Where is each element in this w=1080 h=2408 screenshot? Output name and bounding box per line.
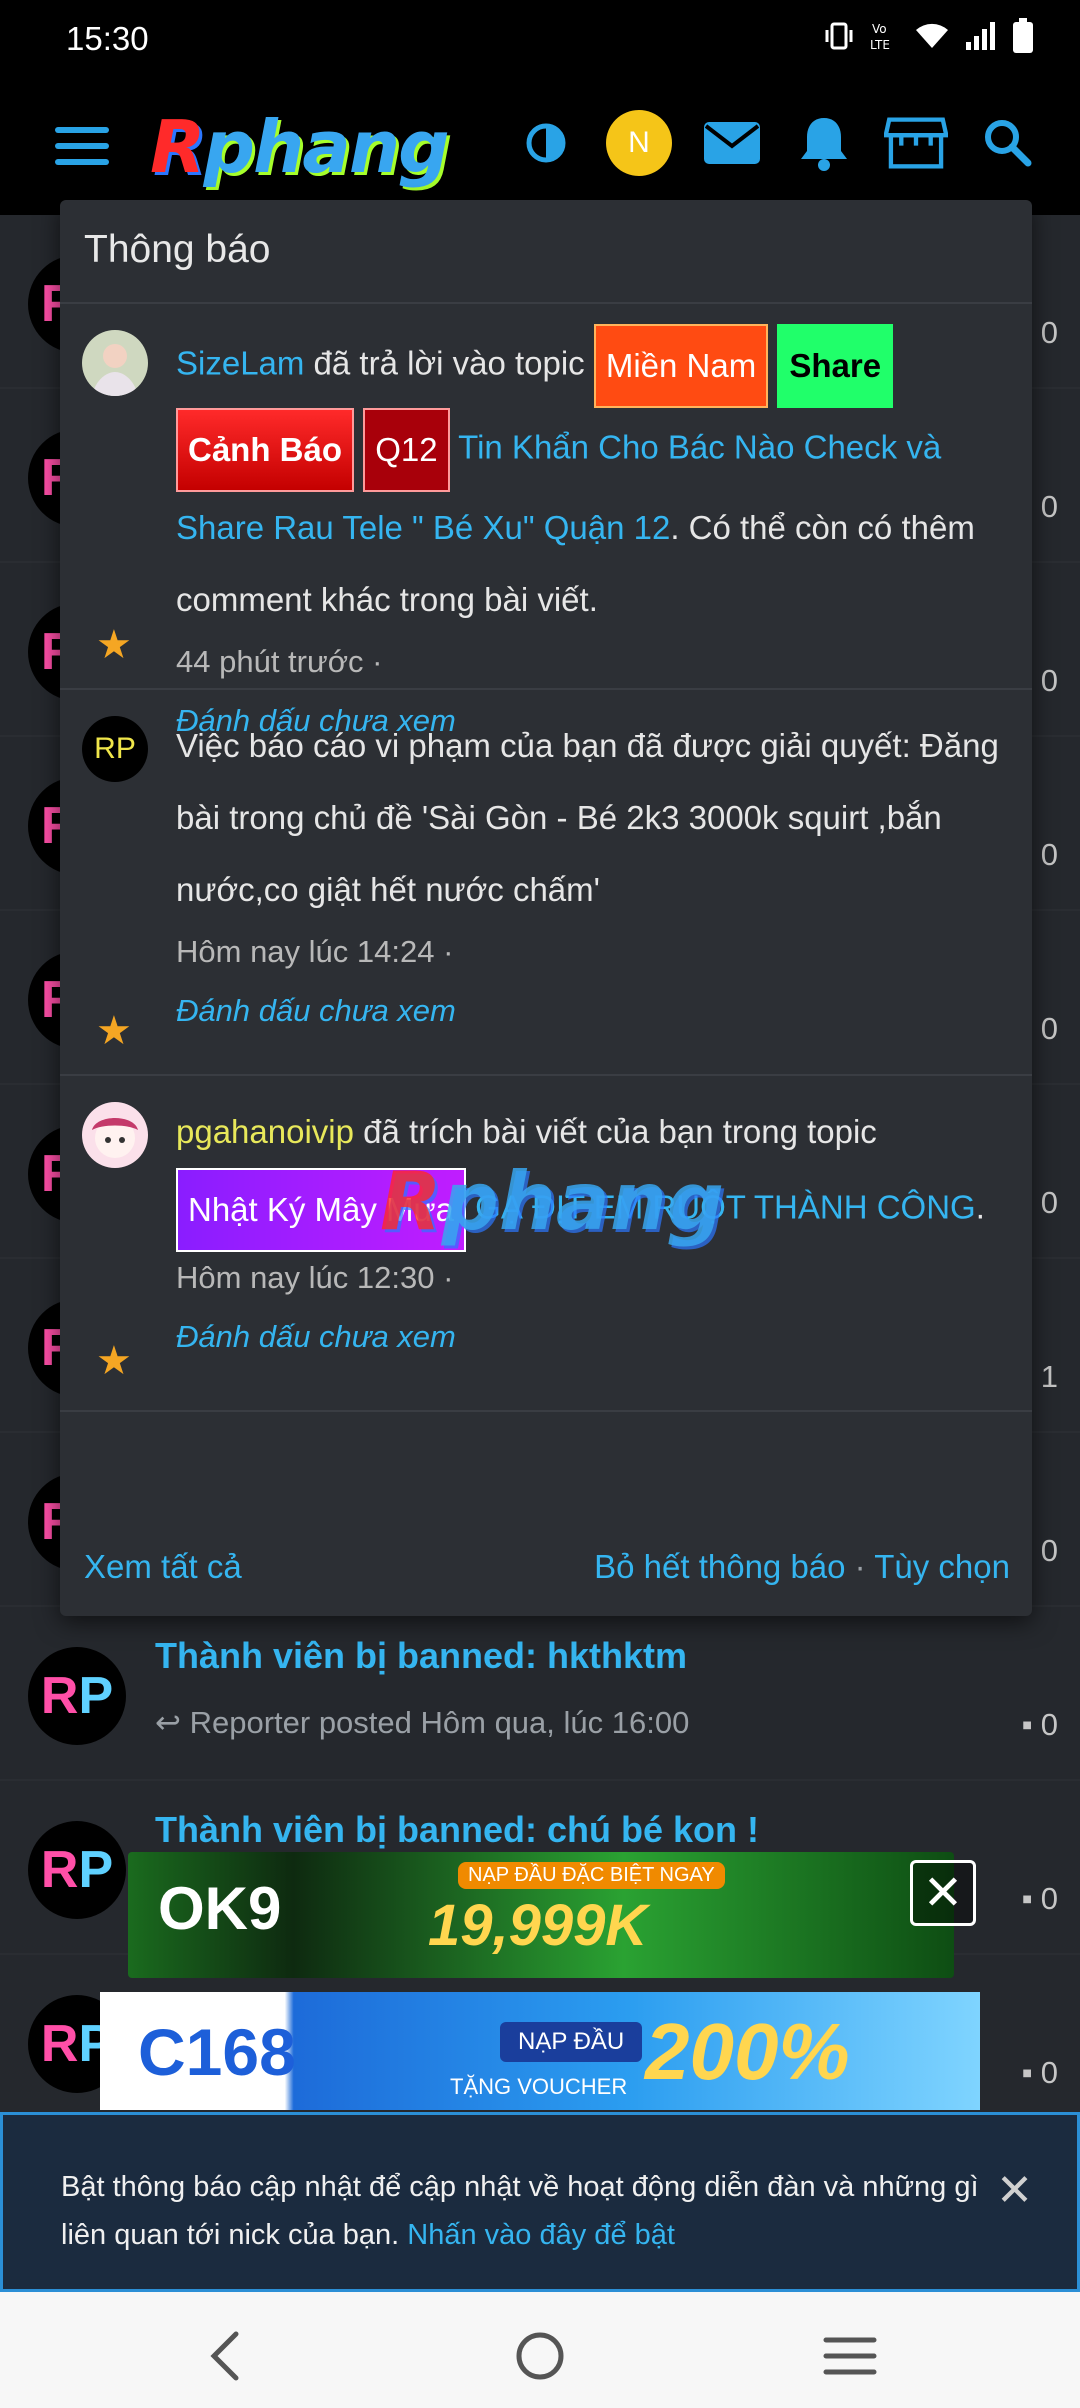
theme-toggle-icon[interactable] bbox=[514, 111, 578, 175]
notification-time: Hôm nay lúc 12:30 · bbox=[176, 1260, 454, 1295]
app-header: Rphang N bbox=[0, 75, 1080, 215]
notification-item[interactable]: SizeLam đã trả lời vào topic Miền Nam Sh… bbox=[60, 304, 1032, 738]
tag-canh-bao[interactable]: Cảnh Báo bbox=[176, 408, 355, 492]
svg-text:LTE: LTE bbox=[870, 38, 890, 52]
recents-icon[interactable] bbox=[820, 2326, 880, 2386]
home-icon[interactable] bbox=[510, 2326, 570, 2386]
ad-banner-c168[interactable]: C168 NẠP ĐẦU TẶNG VOUCHER 200% bbox=[100, 1992, 980, 2110]
reply-arrow-icon: ↩ bbox=[155, 1705, 190, 1740]
vibrate-icon bbox=[825, 22, 853, 50]
enable-notifications-link[interactable]: Nhấn vào đây để bật bbox=[407, 2219, 675, 2251]
inbox-icon[interactable] bbox=[700, 111, 764, 175]
reply-count: 1 bbox=[1040, 1359, 1058, 1394]
thread-row[interactable]: RP Thành viên bị banned: hkthktm ↩ Repor… bbox=[0, 1607, 1080, 1781]
see-all-link[interactable]: Xem tất cả bbox=[84, 1548, 242, 1586]
search-icon[interactable] bbox=[976, 111, 1040, 175]
close-ad-button[interactable]: ✕ bbox=[910, 1860, 976, 1926]
ad-brand: C168 bbox=[138, 2015, 296, 2089]
thread-title[interactable]: Thành viên bị banned: hkthktm bbox=[155, 1635, 687, 1677]
reply-count: ▪ 0 bbox=[1021, 1881, 1058, 1916]
volte-icon: Vo LTE bbox=[870, 22, 890, 52]
reply-count: 0 bbox=[1040, 837, 1058, 872]
reply-count: 0 bbox=[1040, 315, 1058, 350]
reply-count: 0 bbox=[1040, 1533, 1058, 1568]
ad-sub: TẶNG VOUCHER bbox=[450, 2074, 628, 2099]
thread-meta: ↩ Reporter posted Hôm qua, lúc 16:00 bbox=[155, 1705, 690, 1740]
comment-icon: ▪ bbox=[1021, 2055, 1033, 2090]
popup-footer: Xem tất cả Bỏ hết thông báo · Tùy chọn bbox=[60, 1520, 1032, 1616]
tag-q12[interactable]: Q12 bbox=[363, 408, 450, 492]
user-avatar[interactable]: N bbox=[606, 110, 672, 176]
notifications-popup: Thông báo SizeLam đã trả lời vào topic M… bbox=[60, 200, 1032, 1616]
reply-count: 0 bbox=[1040, 489, 1058, 524]
reply-count: ▪ 0 bbox=[1021, 1707, 1058, 1742]
notification-time: Hôm nay lúc 14:24 · bbox=[176, 934, 454, 969]
menu-icon[interactable] bbox=[55, 127, 109, 165]
bell-icon[interactable] bbox=[792, 111, 856, 175]
header-actions: N bbox=[514, 110, 1040, 176]
thread-title[interactable]: Thành viên bị banned: chú bé kon ! bbox=[155, 1809, 759, 1851]
ad-amount: 19,999K bbox=[428, 1893, 648, 1958]
footer-actions: Bỏ hết thông báo · Tùy chọn bbox=[594, 1548, 1010, 1585]
push-notice: Bật thông báo cập nhật để cập nhật về ho… bbox=[0, 2112, 1080, 2292]
reply-count: ▪ 0 bbox=[1021, 2055, 1058, 2090]
notification-item[interactable]: RP Việc báo cáo vi phạm của bạn đã được … bbox=[60, 690, 1032, 1076]
ad-banner-ok9[interactable]: OK9 NẠP ĐẦU ĐẶC BIỆT NGAY 19,999K bbox=[128, 1852, 954, 1978]
reply-count: 0 bbox=[1040, 1011, 1058, 1046]
close-notice-button[interactable]: ✕ bbox=[996, 2167, 1033, 2215]
system-avatar: RP bbox=[82, 716, 148, 782]
notification-user[interactable]: SizeLam bbox=[176, 345, 304, 382]
store-icon[interactable] bbox=[884, 111, 948, 175]
comment-icon: ▪ bbox=[1021, 1707, 1033, 1742]
star-icon[interactable]: ★ bbox=[96, 1008, 132, 1054]
notification-time: 44 phút trước · bbox=[176, 644, 383, 679]
svg-text:Vo: Vo bbox=[872, 22, 887, 36]
thread-avatar: RP bbox=[28, 1647, 126, 1745]
notification-text: Việc báo cáo vi phạm của bạn đã được giả… bbox=[176, 727, 999, 908]
thread-avatar: RP bbox=[28, 1821, 126, 1919]
dismiss-all-link[interactable]: Bỏ hết thông báo bbox=[594, 1548, 845, 1585]
mark-unread-link[interactable]: Đánh dấu chưa xem bbox=[176, 978, 1008, 1044]
star-icon[interactable]: ★ bbox=[96, 1338, 132, 1384]
watermark-logo: Rphang bbox=[380, 1155, 725, 1248]
tag-share[interactable]: Share bbox=[777, 324, 894, 408]
notification-text: SizeLam đã trả lời vào topic Miền Nam Sh… bbox=[176, 324, 1008, 636]
star-icon[interactable]: ★ bbox=[96, 622, 132, 668]
ad-badge: NẠP ĐẦU ĐẶC BIỆT NGAY bbox=[458, 1862, 725, 1889]
back-icon[interactable] bbox=[198, 2326, 258, 2386]
ad-brand: OK9 bbox=[158, 1875, 282, 1942]
tag-mien-nam[interactable]: Miền Nam bbox=[593, 324, 769, 408]
battery-icon bbox=[1013, 18, 1033, 53]
system-icons: Vo LTE bbox=[822, 18, 1034, 54]
user-avatar[interactable] bbox=[82, 330, 148, 396]
reply-count: 0 bbox=[1040, 663, 1058, 698]
reply-count: 0 bbox=[1040, 1185, 1058, 1220]
options-link[interactable]: Tùy chọn bbox=[874, 1548, 1010, 1585]
status-time: 15:30 bbox=[66, 20, 149, 57]
site-logo[interactable]: Rphang bbox=[150, 105, 450, 189]
ad-pill: NẠP ĐẦU bbox=[500, 2022, 643, 2062]
comment-icon: ▪ bbox=[1021, 1881, 1033, 1916]
wifi-icon bbox=[916, 23, 948, 48]
popup-title: Thông báo bbox=[60, 200, 1032, 304]
user-avatar[interactable] bbox=[82, 1102, 148, 1168]
system-nav-bar bbox=[0, 2292, 1080, 2408]
status-bar: 15:30 Vo LTE bbox=[0, 0, 1080, 75]
mark-unread-link[interactable]: Đánh dấu chưa xem bbox=[176, 1304, 1008, 1370]
notification-user[interactable]: pgahanoivip bbox=[176, 1113, 354, 1150]
ad-percent: 200% bbox=[645, 2007, 850, 2096]
signal-icon bbox=[966, 22, 995, 50]
